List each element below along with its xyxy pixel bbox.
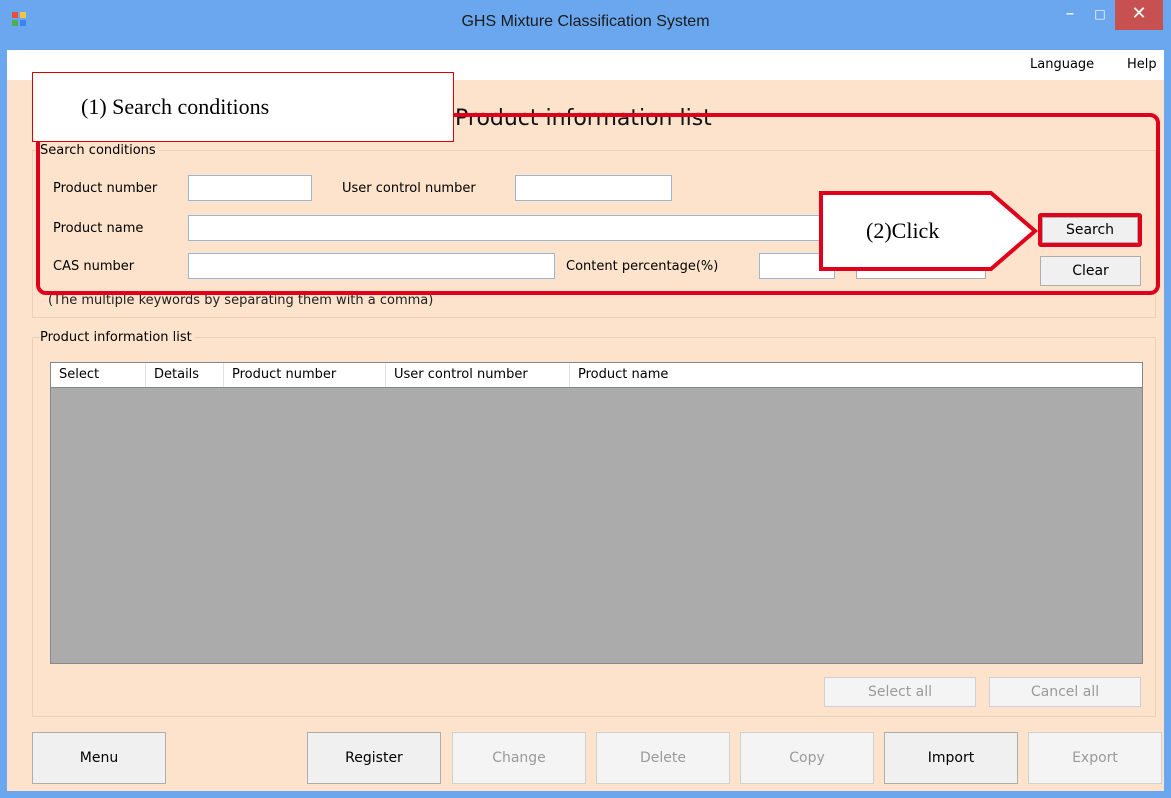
column-details[interactable]: Details [146,363,224,387]
list-group-label: Product information list [40,330,195,345]
register-button[interactable]: Register [307,732,441,784]
search-hint: (The multiple keywords by separating the… [48,293,434,308]
grid-body[interactable] [50,388,1143,664]
search-button-highlight [1038,213,1142,247]
change-button[interactable]: Change [452,732,586,784]
maximize-icon[interactable]: □ [1085,0,1115,30]
delete-button[interactable]: Delete [596,732,730,784]
close-icon[interactable]: ✕ [1115,0,1163,30]
export-button[interactable]: Export [1028,732,1162,784]
column-product-number[interactable]: Product number [224,363,386,387]
minimize-icon[interactable]: – [1055,0,1085,30]
window-title: GHS Mixture Classification System [461,13,710,30]
column-product-name[interactable]: Product name [570,363,870,387]
grid-header: Select Details Product number User contr… [50,362,1143,388]
menu-button[interactable]: Menu [32,732,166,784]
cancel-all-button[interactable]: Cancel all [989,677,1141,707]
import-button[interactable]: Import [884,732,1018,784]
column-select[interactable]: Select [51,363,146,387]
callout-search-conditions: (1) Search conditions [32,72,454,142]
copy-button[interactable]: Copy [740,732,874,784]
callout-click: (2)Click [866,218,940,243]
menu-language[interactable]: Language [1030,57,1094,72]
menu-help[interactable]: Help [1127,57,1157,72]
select-all-button[interactable]: Select all [824,677,976,707]
column-user-control-number[interactable]: User control number [386,363,570,387]
